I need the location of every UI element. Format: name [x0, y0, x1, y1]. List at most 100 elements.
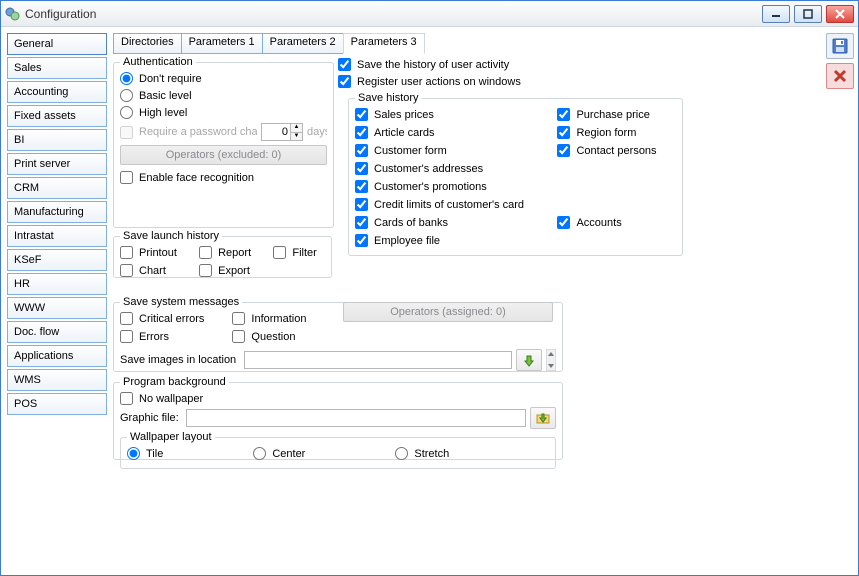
wall-radio-label: Tile — [146, 448, 163, 460]
tab-parameters-3[interactable]: Parameters 3 — [343, 33, 425, 54]
wall-radio-label: Stretch — [414, 448, 449, 460]
sidebar-item-bi[interactable]: BI — [7, 129, 107, 151]
operators-assigned-button[interactable]: Operators (assigned: 0) — [343, 302, 553, 322]
wall-radio-center[interactable] — [253, 447, 266, 460]
save-images-input[interactable] — [244, 351, 512, 369]
no-wallpaper-checkbox[interactable] — [120, 392, 133, 405]
tab-parameters-2[interactable]: Parameters 2 — [262, 33, 344, 54]
wallpaper-layout-legend: Wallpaper layout — [127, 431, 215, 443]
authentication-group: Authentication Don't requireBasic levelH… — [113, 56, 334, 228]
sidebar-item-wms[interactable]: WMS — [7, 369, 107, 391]
pwd-days-spinner[interactable]: ▲▼ — [261, 123, 303, 141]
browse-graphic-button[interactable] — [530, 407, 556, 429]
launch-history-legend: Save launch history — [120, 230, 222, 242]
sidebar-item-ksef[interactable]: KSeF — [7, 249, 107, 271]
face-recognition-checkbox[interactable] — [120, 171, 133, 184]
save-history-legend: Save history — [355, 92, 422, 104]
sidebar-item-crm[interactable]: CRM — [7, 177, 107, 199]
cancel-button[interactable] — [826, 63, 854, 89]
launch-label: Report — [218, 247, 251, 259]
sysmsg-cb-information[interactable] — [232, 312, 245, 325]
window-title: Configuration — [25, 7, 762, 21]
history-cb-cards-of-banks[interactable] — [355, 216, 368, 229]
history-cb-customer-form[interactable] — [355, 144, 368, 157]
history-label: Accounts — [576, 217, 621, 229]
wall-radio-label: Center — [272, 448, 305, 460]
minimize-button[interactable] — [762, 5, 790, 23]
sidebar-item-applications[interactable]: Applications — [7, 345, 107, 367]
auth-radio-0[interactable] — [120, 72, 133, 85]
require-pwd-checkbox[interactable] — [120, 126, 133, 139]
graphic-file-input[interactable] — [186, 409, 526, 427]
history-cb-article-cards[interactable] — [355, 126, 368, 139]
sidebar-item-manufacturing[interactable]: Manufacturing — [7, 201, 107, 223]
launch-cb-printout[interactable] — [120, 246, 133, 259]
pwd-days-input[interactable] — [262, 124, 290, 140]
wall-radio-tile[interactable] — [127, 447, 140, 460]
tab-parameters-1[interactable]: Parameters 1 — [181, 33, 263, 54]
sysmsg-cb-critical-errors[interactable] — [120, 312, 133, 325]
wallpaper-layout-group: Wallpaper layout Tile Center Stretch — [120, 431, 556, 469]
history-cb-accounts[interactable] — [557, 216, 570, 229]
sysmsg-label: Question — [251, 331, 295, 343]
history-label: Contact persons — [576, 145, 656, 157]
spin-down[interactable]: ▼ — [290, 133, 302, 141]
sidebar-item-hr[interactable]: HR — [7, 273, 107, 295]
sidebar-item-doc-flow[interactable]: Doc. flow — [7, 321, 107, 343]
maximize-button[interactable] — [794, 5, 822, 23]
sidebar-item-www[interactable]: WWW — [7, 297, 107, 319]
sidebar-item-fixed-assets[interactable]: Fixed assets — [7, 105, 107, 127]
save-history-checkbox[interactable] — [338, 58, 351, 71]
save-button[interactable] — [826, 33, 854, 59]
sidebar-item-general[interactable]: General — [7, 33, 107, 55]
history-label: Sales prices — [374, 109, 434, 121]
sidebar-item-intrastat[interactable]: Intrastat — [7, 225, 107, 247]
auth-radio-2[interactable] — [120, 106, 133, 119]
no-wallpaper-label: No wallpaper — [139, 393, 203, 405]
history-label: Purchase price — [576, 109, 649, 121]
sidebar-item-accounting[interactable]: Accounting — [7, 81, 107, 103]
history-label: Customer's promotions — [374, 181, 487, 193]
save-history-label: Save the history of user activity — [357, 59, 509, 71]
auth-radio-label-0: Don't require — [139, 73, 202, 85]
launch-label: Export — [218, 265, 250, 277]
close-button[interactable] — [826, 5, 854, 23]
history-cb-contact-persons[interactable] — [557, 144, 570, 157]
sidebar-item-sales[interactable]: Sales — [7, 57, 107, 79]
register-actions-checkbox[interactable] — [338, 75, 351, 88]
launch-cb-filter[interactable] — [273, 246, 286, 259]
launch-cb-chart[interactable] — [120, 264, 133, 277]
main-panel: DirectoriesParameters 1Parameters 2Param… — [113, 33, 816, 569]
launch-cb-report[interactable] — [199, 246, 212, 259]
history-label: Region form — [576, 127, 636, 139]
program-background-legend: Program background — [120, 376, 229, 388]
history-cb-sales-prices[interactable] — [355, 108, 368, 121]
app-icon — [5, 6, 21, 22]
auth-radio-1[interactable] — [120, 89, 133, 102]
history-cb-customer-s-promotions[interactable] — [355, 180, 368, 193]
sidebar-item-print-server[interactable]: Print server — [7, 153, 107, 175]
history-cb-customer-s-addresses[interactable] — [355, 162, 368, 175]
vscroll-icon — [546, 349, 556, 371]
history-label: Customer's addresses — [374, 163, 483, 175]
sysmsg-cb-errors[interactable] — [120, 330, 133, 343]
history-cb-employee-file[interactable] — [355, 234, 368, 247]
launch-cb-export[interactable] — [199, 264, 212, 277]
auth-radio-label-1: Basic level — [139, 90, 192, 102]
tab-directories[interactable]: Directories — [113, 33, 182, 54]
sidebar-item-pos[interactable]: POS — [7, 393, 107, 415]
wall-radio-stretch[interactable] — [395, 447, 408, 460]
history-cb-credit-limits-of-customer-s-card[interactable] — [355, 198, 368, 211]
spin-up[interactable]: ▲ — [290, 124, 302, 133]
sysmsg-label: Information — [251, 313, 306, 325]
operators-excluded-button[interactable]: Operators (excluded: 0) — [120, 145, 327, 165]
history-cb-region-form[interactable] — [557, 126, 570, 139]
history-cb-purchase-price[interactable] — [557, 108, 570, 121]
tab-strip: DirectoriesParameters 1Parameters 2Param… — [113, 33, 816, 54]
titlebar: Configuration — [1, 1, 858, 27]
activity-area: Save the history of user activity Regist… — [338, 56, 683, 274]
save-history-group: Save history Sales prices Purchase price A… — [348, 92, 683, 256]
auth-radio-label-2: High level — [139, 107, 187, 119]
browse-images-button[interactable] — [516, 349, 542, 371]
sysmsg-cb-question[interactable] — [232, 330, 245, 343]
